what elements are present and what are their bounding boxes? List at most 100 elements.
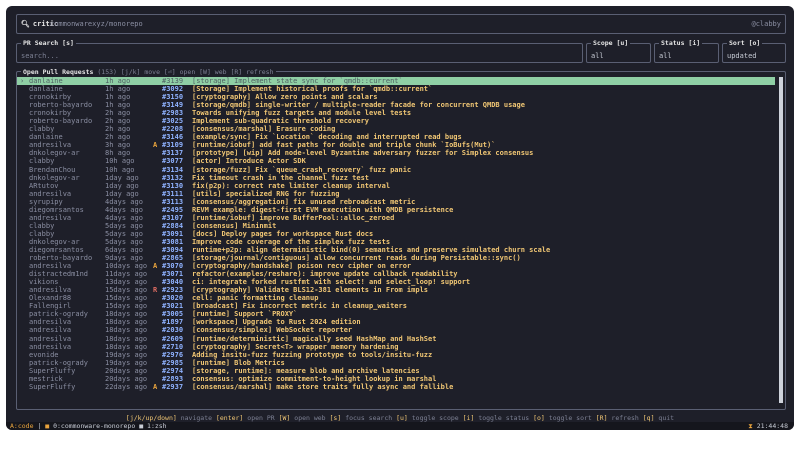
help-key: [W] [278, 414, 291, 422]
pr-author: distractedm1nd [29, 270, 89, 279]
pr-row[interactable]: syrupipy 4days ago #3113 [consensus/aggrega… [17, 198, 775, 206]
tmux-window-0[interactable]: 0:commonware-monorepo [53, 422, 135, 430]
pr-row[interactable]: danlaine 1h ago #3092 [Storage] Implement h… [17, 85, 775, 93]
pr-row[interactable]: cronokirby 2h ago #2983 Towards unifying fu… [17, 109, 775, 117]
pr-row[interactable]: Fallengirl 15days ago #3021 [broadcast] Fix… [17, 302, 775, 310]
help-key: [q] [642, 414, 655, 422]
pr-author: clabby [29, 125, 55, 134]
pr-row[interactable]: andresilva 3h ago A #3109 [runtime/iobuf] ad… [17, 141, 775, 149]
pr-author: SuperFluffy [29, 366, 76, 375]
pr-title: [consensus/marshal] make store traits fu… [192, 382, 454, 391]
pr-search-title: PR Search [s] [21, 39, 76, 48]
pr-row[interactable]: andresilva 10days ago A #3070 [cryptography/… [17, 262, 775, 270]
tmux-windows: A:code | ■ 0:commonware-monorepo ■ 1:zsh [10, 422, 167, 430]
pr-author: danlaine [29, 85, 63, 94]
pr-author: andresilva [29, 286, 72, 295]
pr-row[interactable]: clabby 10h ago #3077 [actor] Introduce Acto… [17, 157, 775, 165]
pr-search-box[interactable]: PR Search [s] search... [16, 39, 583, 63]
pr-author: clabby [29, 157, 55, 166]
pr-number: #3020 [162, 294, 184, 303]
pr-row[interactable]: andresilva 15days ago R #2923 [cryptography]… [17, 286, 775, 294]
pr-row[interactable]: roberto-bayardo 9days ago #2865 [storage/jo… [17, 254, 775, 262]
pr-row[interactable]: cronokirby 1h ago #3150 [cryptography] Allo… [17, 93, 775, 101]
pr-row[interactable]: clabby 5days ago #2884 [consensus] Mininmit [17, 222, 775, 230]
pr-row[interactable]: roberto-bayardo 1h ago #3149 [storage/qmdb]… [17, 101, 775, 109]
pr-row[interactable]: ARtutov 1day ago #3130 fix(p2p): correct ra… [17, 182, 775, 190]
pr-age: 22days ago [105, 382, 148, 391]
pr-row[interactable]: SuperFluffy 20days ago #2974 [storage, runt… [17, 367, 775, 375]
pr-row[interactable]: dnkolegov-ar 5days ago #3081 Improve code c… [17, 238, 775, 246]
pr-title: [utils] specialized RNG for fuzzing [192, 189, 340, 198]
pr-age: 1day ago [105, 189, 139, 198]
pr-row[interactable]: andresilva 18days ago #2609 [runtime/determ… [17, 335, 775, 343]
pr-number: #3005 [162, 310, 184, 319]
pr-author: danlaine [29, 133, 63, 142]
pr-number: #3077 [162, 157, 184, 166]
pr-row[interactable]: diegomrsantos 6days ago #3094 runtime+p2p: … [17, 246, 775, 254]
pr-row[interactable]: andresilva 1day ago #3111 [utils] specializ… [17, 190, 775, 198]
pr-author: andresilva [29, 318, 72, 327]
scrollbar-thumb[interactable] [779, 77, 783, 403]
pr-age: 15days ago [105, 294, 148, 303]
pr-number: #3137 [162, 149, 184, 158]
pr-author: ARtutov [29, 181, 59, 190]
pr-age: 5days ago [105, 237, 143, 246]
pr-age: 6days ago [105, 245, 143, 254]
pr-author: vikions [29, 278, 59, 287]
help-key: [s] [329, 414, 342, 422]
pr-number: #3134 [162, 165, 184, 174]
pr-row[interactable]: andresilva 18days ago #2030 [consensus/simp… [17, 326, 775, 334]
pr-title: [cryptography] Allow zero points and sca… [192, 93, 378, 102]
tmux-window-1[interactable]: 1:zsh [147, 422, 167, 430]
pr-age: 15days ago [105, 302, 148, 311]
pr-row[interactable]: diegomrsantos 4days ago #2495 REVM example:… [17, 206, 775, 214]
pr-row[interactable]: › danlaine 1h ago #3139 [storage] Implement … [17, 77, 775, 86]
sort-filter[interactable]: Sort [o] updated [722, 39, 786, 63]
help-label: refresh [611, 414, 639, 422]
pr-row[interactable]: distractedm1nd 11days ago #3071 refactor(ex… [17, 270, 775, 278]
status-filter[interactable]: Status [i] all [654, 39, 719, 63]
top-bar: 🔍︎ critic commonwarexyz/monorepo @clabby [16, 14, 786, 34]
pr-age: 2h ago [105, 125, 131, 134]
pr-title: refactor(examples/reshare): improve upda… [192, 270, 458, 279]
pr-row[interactable]: mestrick 20days ago #2893 consensus: optimi… [17, 375, 775, 383]
pr-number: #2495 [162, 205, 184, 214]
pr-number: #3071 [162, 270, 184, 279]
pr-title: [storage/fuzz] Fix `queue_crash_recovery… [192, 165, 412, 174]
pr-row[interactable]: danlaine 2h ago #3146 [example/sync] Fix `L… [17, 133, 775, 141]
pr-row[interactable]: patrick-ogrady 19days ago #2985 [runtime] B… [17, 359, 775, 367]
pr-row[interactable]: vikions 13days ago #3040 ci: integrate fork… [17, 278, 775, 286]
pr-number: #3113 [162, 197, 184, 206]
pr-row[interactable]: roberto-bayardo 2h ago #3025 Implement sub-… [17, 117, 775, 125]
list-scrollbar[interactable] [779, 77, 783, 403]
pr-row[interactable]: evonide 19days ago #2976 Adding insitu-fuzz… [17, 351, 775, 359]
pr-row[interactable]: SuperFluffy 22days ago A #2937 [consensus/ma… [17, 383, 775, 391]
pr-number: #3132 [162, 173, 184, 182]
pr-row[interactable]: patrick-ogrady 18days ago #3005 [runtime] S… [17, 310, 775, 318]
pr-number: #3081 [162, 237, 184, 246]
pr-age: 1h ago [105, 101, 131, 110]
pr-row[interactable]: clabby 5days ago #3091 [docs] Deploy pages … [17, 230, 775, 238]
pr-title: [example/sync] Fix `Location` decoding a… [192, 133, 462, 142]
pr-row[interactable]: clabby 2h ago #2208 [consensus/marshal] Era… [17, 125, 775, 133]
search-input[interactable]: search... [21, 52, 59, 60]
scope-title: Scope [u] [591, 39, 631, 48]
pr-row[interactable]: dnkolegov-ar 1day ago #3132 Fix timeout cra… [17, 174, 775, 182]
pr-row[interactable]: andresilva 18days ago #1897 [workspace] Upg… [17, 318, 775, 326]
pr-age: 18days ago [105, 310, 148, 319]
pr-row[interactable]: andresilva 4days ago #3107 [runtime/iobuf] … [17, 214, 775, 222]
pr-row[interactable]: BrendanChou 10h ago #3134 [storage/fuzz] Fi… [17, 166, 775, 174]
pr-title: [consensus] Mininmit [192, 221, 277, 230]
pr-number: #3146 [162, 133, 184, 142]
pr-title: [runtime/iobuf] improve BufferPool::allo… [192, 213, 395, 222]
pr-title: [consensus/marshal] Erasure coding [192, 125, 336, 134]
terminal-window: 🔍︎ critic commonwarexyz/monorepo @clabby … [6, 6, 794, 430]
hourglass-icon: ⧗ [748, 422, 753, 430]
selection-marker: › [20, 77, 25, 85]
help-label: open PR [247, 414, 275, 422]
pr-row[interactable]: andresilva 18days ago #2710 [cryptography] … [17, 343, 775, 351]
scope-filter[interactable]: Scope [u] all [586, 39, 651, 63]
pr-author: danlaine [29, 77, 63, 85]
pr-row[interactable]: dnkolegov-ar 8h ago #3137 [prototype] [wip]… [17, 149, 775, 157]
pr-row[interactable]: Olexandr88 15days ago #3020 cell: panic for… [17, 294, 775, 302]
